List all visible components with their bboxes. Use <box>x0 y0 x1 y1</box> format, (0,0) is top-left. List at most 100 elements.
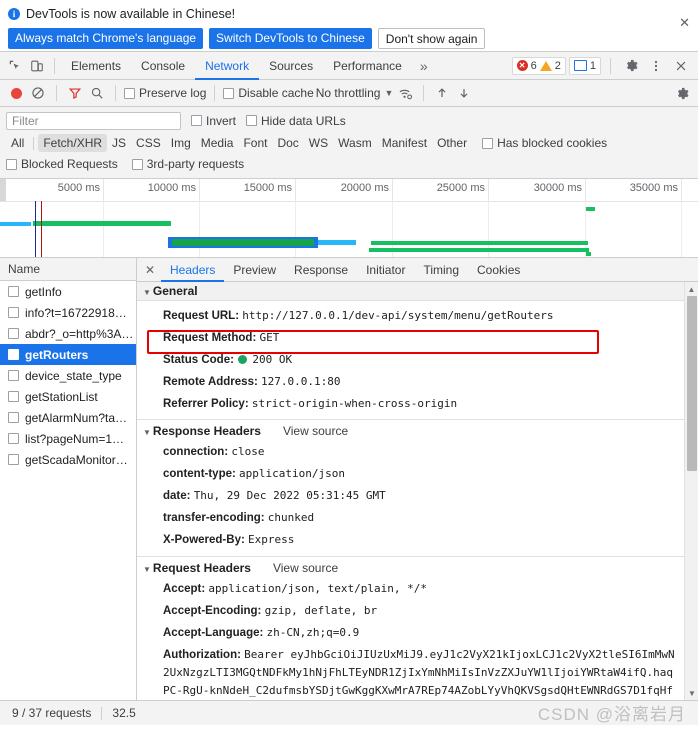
table-row[interactable]: list?pageNum=1… <box>0 428 136 449</box>
status-badge <box>238 355 248 364</box>
scrollbar-thumb[interactable] <box>687 296 697 471</box>
filter-type-font[interactable]: Font <box>238 134 272 152</box>
network-settings-gear-icon[interactable] <box>672 83 692 103</box>
throttling-select[interactable]: No throttling <box>316 86 381 100</box>
overview-ruler: 5000 ms 10000 ms 15000 ms 20000 ms 25000… <box>0 179 698 202</box>
error-count: 6 <box>530 59 537 72</box>
invert-label: Invert <box>206 113 237 128</box>
preserve-log-checkbox[interactable]: Preserve log <box>124 86 206 100</box>
message-icon <box>573 60 587 71</box>
switch-devtools-language-button[interactable]: Switch DevTools to Chinese <box>209 28 372 49</box>
hide-data-urls-label: Hide data URLs <box>261 113 346 128</box>
table-row[interactable]: getInfo <box>0 281 136 302</box>
table-row[interactable]: getStationList <box>0 386 136 407</box>
tab-performance[interactable]: Performance <box>323 52 412 80</box>
tab-network[interactable]: Network <box>195 52 260 80</box>
banner-close-icon[interactable]: ✕ <box>679 16 690 29</box>
filter-type-fetch-xhr[interactable]: Fetch/XHR <box>38 134 108 152</box>
request-header-authorization: Authorization: Bearer eyJhbGciOiJIUzUxMi… <box>137 644 684 700</box>
inspect-element-icon[interactable] <box>4 55 26 77</box>
request-name: getRouters <box>25 347 89 362</box>
clear-icon[interactable] <box>28 83 48 103</box>
close-details-icon[interactable]: ✕ <box>139 258 161 282</box>
chevron-down-icon[interactable]: ▼ <box>384 88 393 98</box>
table-row[interactable]: getAlarmNum?ta… <box>0 407 136 428</box>
tab-timing[interactable]: Timing <box>414 258 468 282</box>
tab-preview[interactable]: Preview <box>224 258 285 282</box>
messages-counter[interactable]: 1 <box>568 56 601 75</box>
filter-input[interactable] <box>6 111 181 130</box>
export-har-icon[interactable] <box>454 83 474 103</box>
more-panels-icon[interactable]: » <box>412 58 436 74</box>
hide-data-urls-checkbox[interactable]: Hide data URLs <box>246 114 346 128</box>
table-row[interactable]: info?t=16722918… <box>0 302 136 323</box>
overview-tick-2: 10000 ms <box>147 182 196 194</box>
request-headers-section-header[interactable]: ▼ Request Headers View source <box>137 556 684 578</box>
always-match-language-button[interactable]: Always match Chrome's language <box>8 28 204 49</box>
scroll-up-arrow-icon[interactable]: ▲ <box>685 282 698 296</box>
request-icon <box>8 370 19 381</box>
filter-type-img[interactable]: Img <box>166 134 196 152</box>
response-view-source-link[interactable]: View source <box>283 424 348 438</box>
filter-type-js[interactable]: JS <box>107 134 131 152</box>
invert-checkbox[interactable]: Invert <box>191 114 236 128</box>
disable-cache-box <box>223 87 235 99</box>
filter-type-ws[interactable]: WS <box>304 134 333 152</box>
filter-type-manifest[interactable]: Manifest <box>377 134 432 152</box>
third-party-requests-checkbox[interactable]: 3rd-party requests <box>131 157 244 171</box>
tab-elements[interactable]: Elements <box>61 52 131 80</box>
tab-cookies[interactable]: Cookies <box>468 258 529 282</box>
has-blocked-cookies-checkbox[interactable]: Has blocked cookies <box>482 136 607 150</box>
filter-funnel-icon[interactable] <box>65 83 85 103</box>
search-icon[interactable] <box>87 83 107 103</box>
table-row[interactable]: abdr?_o=http%3A… <box>0 323 136 344</box>
details-scrollbar[interactable]: ▲ ▼ <box>684 282 698 700</box>
close-devtools-icon[interactable] <box>670 55 692 77</box>
banner-actions: Always match Chrome's language Switch De… <box>8 28 690 49</box>
request-header-accept-encoding: Accept-Encoding: gzip, deflate, br <box>137 600 684 622</box>
request-icon <box>8 454 19 465</box>
request-list-header[interactable]: Name <box>0 258 136 281</box>
filter-type-all[interactable]: All <box>6 134 29 152</box>
network-conditions-icon[interactable] <box>395 83 415 103</box>
response-headers-section-header[interactable]: ▼ Response Headers View source <box>137 419 684 441</box>
table-row-selected[interactable]: getRouters <box>0 344 136 365</box>
filter-type-wasm[interactable]: Wasm <box>333 134 377 152</box>
table-row[interactable]: getScadaMonitor… <box>0 449 136 470</box>
kebab-menu-icon[interactable] <box>645 55 667 77</box>
filter-type-css[interactable]: CSS <box>131 134 166 152</box>
tab-initiator[interactable]: Initiator <box>357 258 414 282</box>
disable-cache-checkbox[interactable]: Disable cache <box>223 86 314 100</box>
status-code-value: 200 OK <box>252 353 293 366</box>
gear-icon[interactable] <box>620 55 642 77</box>
tab-response[interactable]: Response <box>285 258 357 282</box>
issues-counter[interactable]: ✕ 6 2 <box>511 56 566 75</box>
general-section-header[interactable]: ▼ General <box>137 282 684 301</box>
tab-console[interactable]: Console <box>131 52 195 80</box>
record-button[interactable] <box>6 83 26 103</box>
table-row[interactable]: device_state_type <box>0 365 136 386</box>
filter-type-other[interactable]: Other <box>432 134 472 152</box>
filter-type-doc[interactable]: Doc <box>272 134 303 152</box>
tab-sources[interactable]: Sources <box>259 52 323 80</box>
request-name: getStationList <box>25 389 98 404</box>
info-icon: i <box>8 8 20 20</box>
response-header-transfer-encoding: transfer-encoding: chunked <box>137 507 684 529</box>
network-toolbar: Preserve log Disable cache No throttling… <box>0 80 698 107</box>
request-view-source-link[interactable]: View source <box>273 561 338 575</box>
tab-headers[interactable]: Headers <box>161 258 225 282</box>
blocked-requests-checkbox[interactable]: Blocked Requests <box>6 157 118 171</box>
scroll-down-arrow-icon[interactable]: ▼ <box>685 686 698 700</box>
request-details-pane: ✕ Headers Preview Response Initiator Tim… <box>137 258 698 700</box>
network-overview-timeline[interactable]: 5000 ms 10000 ms 15000 ms 20000 ms 25000… <box>0 179 698 258</box>
response-header-x-powered-by: X-Powered-By: Express <box>137 529 684 551</box>
import-har-icon[interactable] <box>432 83 452 103</box>
dont-show-again-button[interactable]: Don't show again <box>377 28 486 49</box>
accept-language-key: Accept-Language: <box>163 627 264 639</box>
request-headers-rows: Accept: application/json, text/plain, */… <box>137 578 684 700</box>
device-toolbar-icon[interactable] <box>26 55 48 77</box>
filter-type-media[interactable]: Media <box>196 134 239 152</box>
response-header-content-type: content-type: application/json <box>137 463 684 485</box>
has-blocked-cookies-label: Has blocked cookies <box>497 136 608 150</box>
chevron-down-icon: ▼ <box>143 288 151 297</box>
